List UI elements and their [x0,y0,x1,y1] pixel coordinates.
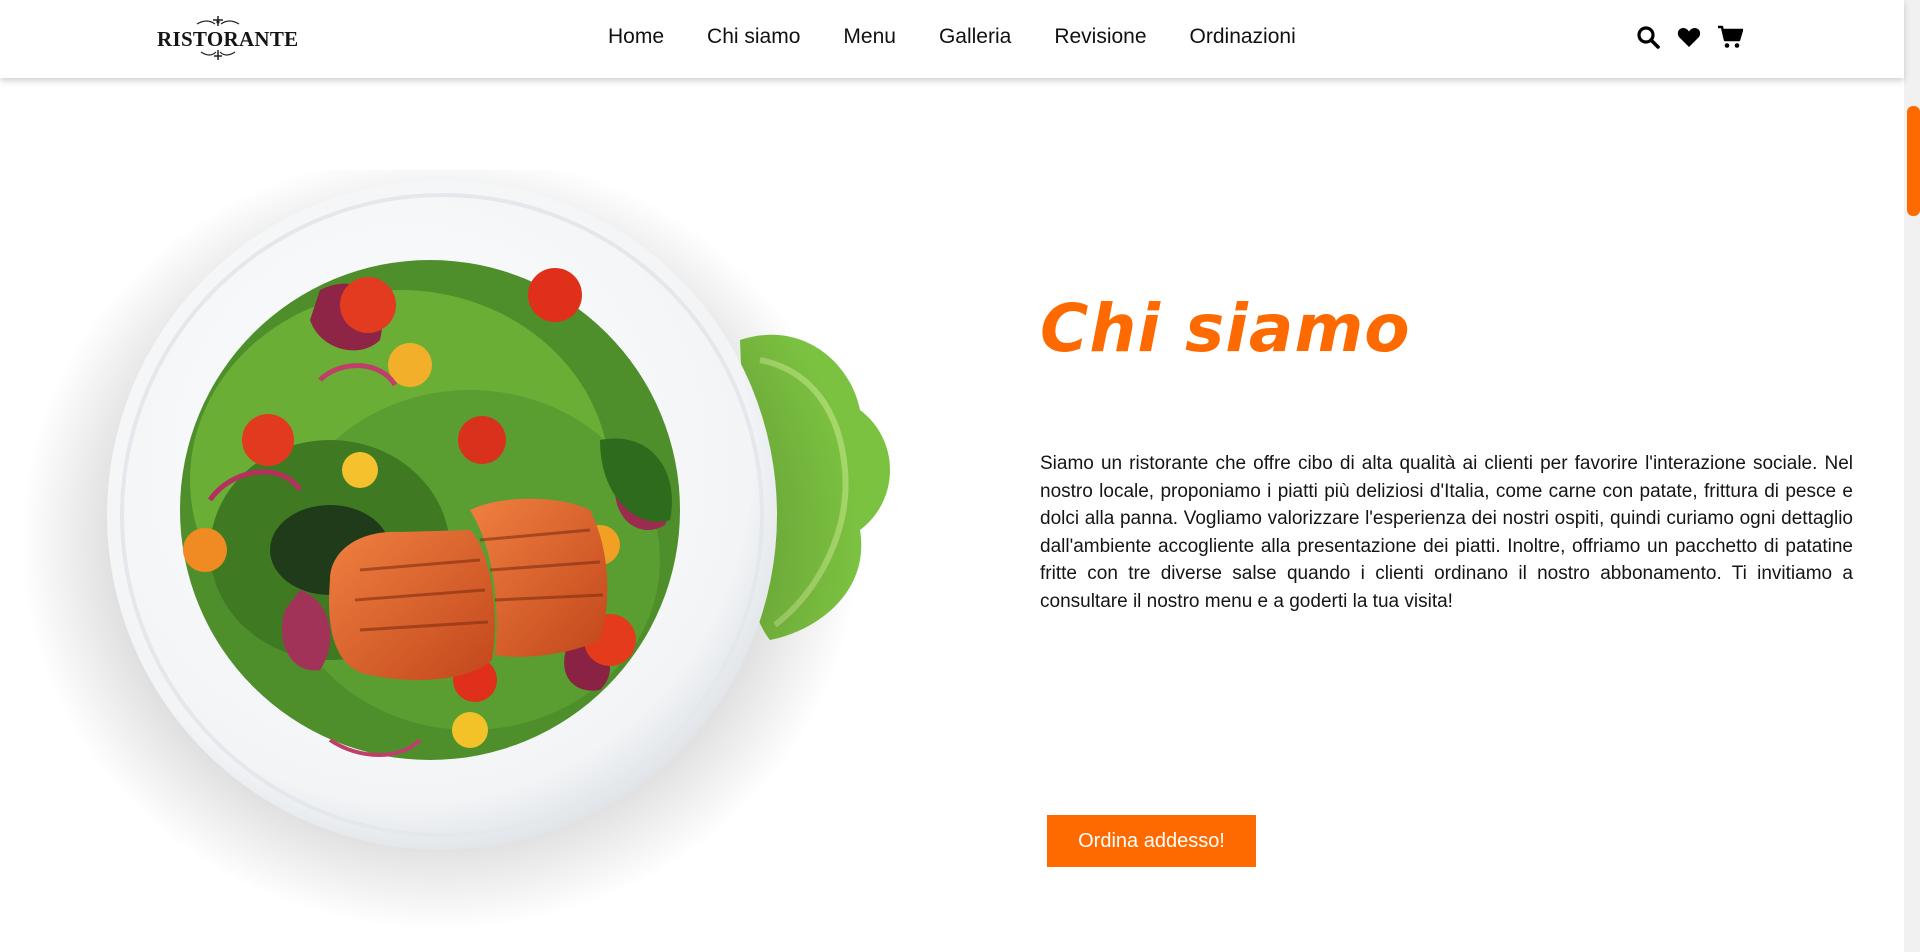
logo[interactable]: RISTORANTE [157,14,299,60]
site-header: RISTORANTE Home Chi siamo Menu Galleria … [0,0,1904,78]
nav-galleria[interactable]: Galleria [939,25,1011,49]
cart-icon[interactable] [1716,23,1744,51]
nav-ordinazioni[interactable]: Ordinazioni [1190,25,1296,49]
order-now-button[interactable]: Ordina addesso! [1047,815,1256,867]
scrollbar-thumb[interactable] [1907,106,1920,216]
logo-text: RISTORANTE [157,27,299,51]
heart-icon[interactable] [1675,23,1703,51]
search-icon[interactable] [1634,23,1662,51]
nav-chi-siamo[interactable]: Chi siamo [707,25,800,49]
nav-revisione[interactable]: Revisione [1054,25,1146,49]
about-title: Chi siamo [1040,290,1411,367]
main-nav: Home Chi siamo Menu Galleria Revisione O… [608,0,1296,74]
about-description: Siamo un ristorante che offre cibo di al… [1040,453,1853,612]
nav-menu[interactable]: Menu [843,25,896,49]
nav-home[interactable]: Home [608,25,664,49]
header-icons [1634,22,1744,52]
scrollbar[interactable] [1904,0,1920,952]
salmon-salad-image [20,170,890,930]
